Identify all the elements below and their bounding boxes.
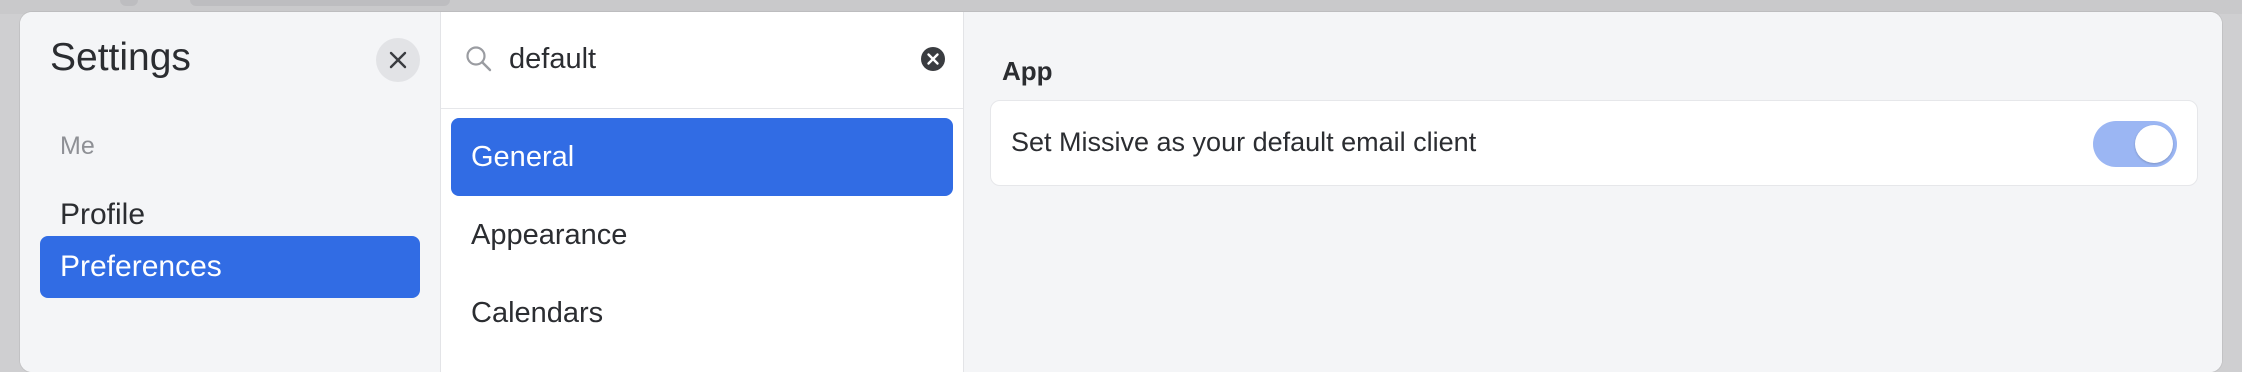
category-label: Calendars (471, 296, 604, 329)
category-label: Appearance (471, 218, 628, 251)
category-calendars[interactable]: Calendars (451, 274, 953, 352)
search-bar (441, 12, 963, 109)
sidebar-item-label: Preferences (60, 250, 222, 283)
settings-content: App Set Missive as your default email cl… (964, 12, 2222, 372)
category-column: General Appearance Calendars (441, 12, 964, 372)
sidebar-item-preferences[interactable]: Preferences (40, 236, 420, 298)
backdrop-chip (120, 0, 138, 6)
close-icon (389, 51, 407, 69)
group-label-app: App (1002, 56, 1053, 86)
category-general[interactable]: General (451, 118, 953, 196)
settings-sidebar: Settings Me Profile Preferences (20, 12, 441, 372)
backdrop-chip (190, 0, 450, 6)
settings-modal: Settings Me Profile Preferences default … (20, 12, 2222, 372)
default-email-toggle[interactable] (2093, 121, 2177, 167)
sidebar-item-label: Profile (60, 198, 146, 231)
settings-title: Settings (50, 36, 191, 79)
category-appearance[interactable]: Appearance (451, 196, 953, 274)
section-label-me: Me (60, 132, 95, 160)
setting-row-default-email: Set Missive as your default email client (990, 100, 2198, 186)
search-input[interactable] (509, 34, 899, 84)
category-label: General (471, 140, 575, 173)
close-button[interactable] (376, 38, 420, 82)
search-icon (466, 46, 492, 72)
clear-icon[interactable] (920, 46, 946, 72)
toggle-knob (2135, 125, 2173, 163)
setting-label: Set Missive as your default email client (1011, 127, 1477, 157)
